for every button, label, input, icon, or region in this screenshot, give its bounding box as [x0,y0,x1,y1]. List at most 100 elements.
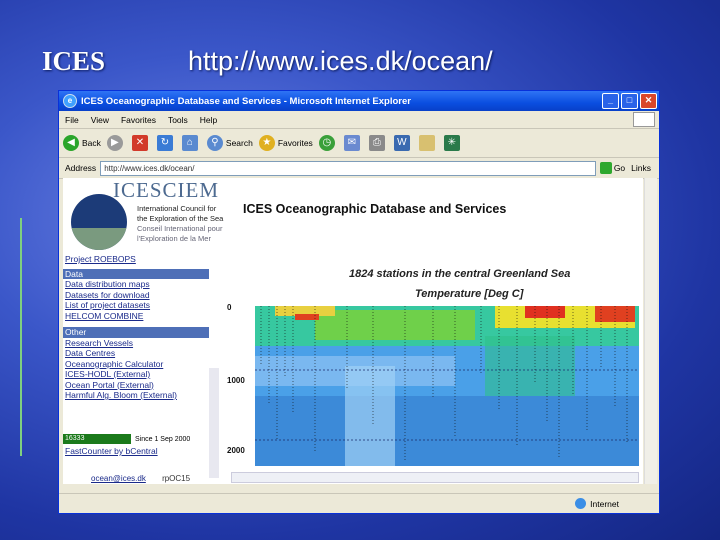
minimize-button[interactable]: _ [602,93,619,109]
title-bar: e ICES Oceanographic Database and Servic… [59,91,659,111]
stop-icon: ✕ [131,135,148,151]
status-bar: Internet [59,493,659,513]
nav-link-research-vessels[interactable]: Research Vessels [63,338,209,349]
menu-favorites[interactable]: Favorites [121,115,156,125]
menu-view[interactable]: View [91,115,109,125]
edit-icon: W [393,135,410,151]
nav-link-calculator[interactable]: Oceanographic Calculator [63,359,209,370]
temperature-heatmap [255,306,639,466]
nav-link-project-datasets[interactable]: List of project datasets [63,300,209,311]
nav-link-datasets-download[interactable]: Datasets for download [63,290,209,301]
menu-bar: File View Favorites Tools Help [59,111,659,129]
toolbar: ◀ Back ▶ ✕ ↻ ⌂ ⚲ Search ★ Favorites ◷ ✉ [59,129,659,158]
address-input[interactable]: http://www.ices.dk/ocean/ [100,160,596,176]
back-label: Back [82,138,101,148]
forward-arrow-icon: ▶ [106,135,123,151]
slide-title-ices: ICES [42,46,106,76]
heatmap-light-column [345,366,395,466]
refresh-button[interactable]: ↻ [156,135,176,151]
research-icon: ✳ [443,135,460,151]
slide-title-url: http://www.ices.dk/ocean/ [188,46,493,76]
org-line-1: International Council for [137,204,217,213]
edit-button[interactable]: W [393,135,413,151]
windows-logo-icon [633,112,655,127]
research-button[interactable]: ✳ [443,135,463,151]
chart-title: 1824 stations in the central Greenland S… [349,268,571,280]
org-line-3: Conseil International pour [137,224,223,233]
heatmap-warm-band [315,310,475,340]
home-icon: ⌂ [181,135,198,151]
refresh-icon: ↻ [156,135,173,151]
window-title: ICES Oceanographic Database and Services… [81,95,411,107]
print-button[interactable]: ⎙ [368,135,388,151]
stop-button[interactable]: ✕ [131,135,151,151]
go-button[interactable]: Go [599,162,626,174]
ie-icon: e [63,94,77,108]
nav-link-ocean-portal[interactable]: Ocean Portal (External) [63,380,209,391]
favorites-button[interactable]: ★ Favorites [258,135,313,151]
nav-header-data: Data [63,268,209,279]
page-title: ICES Oceanographic Database and Services [243,202,507,216]
nav-link-ices-hodl[interactable]: ICES-HODL (External) [63,369,209,380]
go-arrow-icon [599,162,612,174]
org-line-4: l'Exploration de la Mer [137,234,211,243]
nav-link-project[interactable]: Project ROEBOPS [63,254,209,265]
vertical-scrollbar[interactable] [644,178,657,484]
search-button[interactable]: ⚲ Search [206,135,253,151]
heatmap-red-patch-3 [295,314,319,320]
search-icon: ⚲ [206,135,223,151]
nav-header-other: Other [63,327,209,338]
nav-link-harmful-algae[interactable]: Harmful Alg. Bloom (External) [63,390,209,401]
counter-value: 16333 [63,434,131,444]
star-icon: ★ [258,135,275,151]
nav-scrollbar[interactable] [209,368,219,478]
history-icon: ◷ [318,135,335,151]
go-label: Go [613,163,626,173]
mail-button[interactable]: ✉ [343,135,363,151]
search-label: Search [225,138,253,148]
print-icon: ⎙ [368,135,385,151]
menu-help[interactable]: Help [200,115,217,125]
decorative-line [20,218,22,456]
heatmap-green-patch [485,336,575,396]
org-line-2: the Exploration of the Sea [137,214,224,223]
y-tick-2000: 2000 [227,446,245,455]
nav-link-helcom[interactable]: HELCOM COMBINE [63,311,209,322]
back-button[interactable]: ◀ Back [63,135,101,151]
zone-label: Internet [590,498,619,509]
page-content: ICESCIEM International Council for the E… [63,178,643,484]
browser-window: e ICES Oceanographic Database and Servic… [58,90,660,514]
address-bar: Address http://www.ices.dk/ocean/ Go Lin… [59,158,659,179]
discuss-button[interactable] [418,135,438,151]
footer: ocean@ices.dk rpOC15 [91,474,190,483]
favorites-label: Favorites [277,138,313,148]
globe-icon [575,498,587,509]
ices-logo: ICESCIEM International Council for the E… [63,178,243,258]
heatmap-red-patch-2 [595,306,635,322]
left-nav: Project ROEBOPS Data Data distribution m… [63,254,209,401]
nav-link-distribution-maps[interactable]: Data distribution maps [63,279,209,290]
heatmap-deep-band [255,396,639,466]
maximize-button[interactable]: □ [621,93,638,109]
home-button[interactable]: ⌂ [181,135,201,151]
mail-icon: ✉ [343,135,360,151]
links-label[interactable]: Links [631,163,651,173]
forward-button[interactable]: ▶ [106,135,126,151]
horizontal-scrollbar[interactable] [231,472,639,483]
folder-icon [418,135,435,151]
menu-tools[interactable]: Tools [168,115,188,125]
y-tick-0: 0 [227,303,232,312]
chart-subtitle: Temperature [Deg C] [415,288,524,300]
security-zone: Internet [575,498,619,509]
menu-file[interactable]: File [65,115,79,125]
nav-link-data-centres[interactable]: Data Centres [63,348,209,359]
logo-brand: ICESCIEM [113,178,220,202]
fastcounter-link[interactable]: FastCounter by bCentral [65,446,158,456]
version-text: rpOC15 [162,474,191,483]
history-button[interactable]: ◷ [318,135,338,151]
email-link[interactable]: ocean@ices.dk [91,474,146,483]
y-tick-1000: 1000 [227,376,245,385]
back-arrow-icon: ◀ [63,135,79,151]
hit-counter: 16333 Since 1 Sep 2000 [63,434,190,444]
close-button[interactable]: ✕ [640,93,657,109]
